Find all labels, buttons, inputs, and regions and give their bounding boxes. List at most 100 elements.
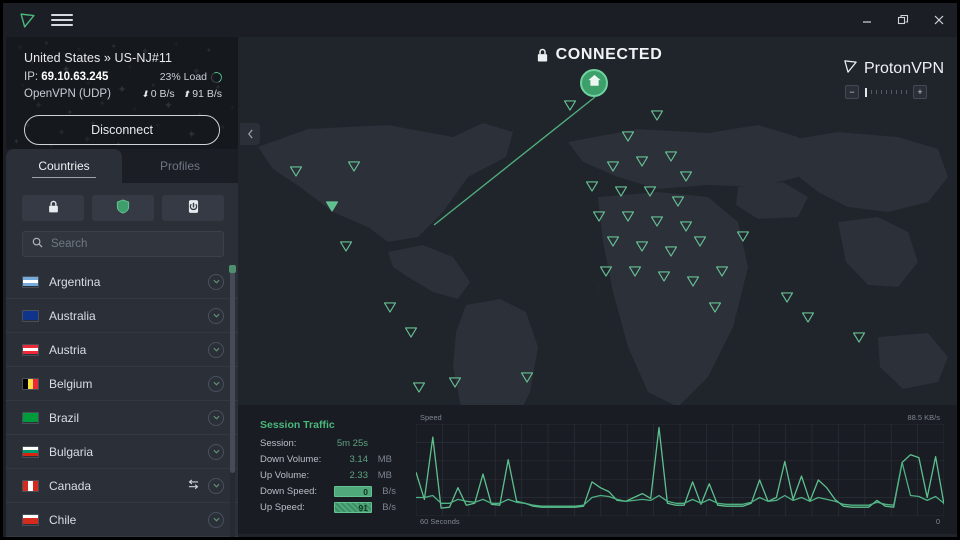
server-marker[interactable]: [412, 380, 425, 398]
server-marker[interactable]: [679, 219, 692, 237]
server-marker[interactable]: [650, 108, 663, 126]
stats-bar: Session Traffic Session: 5m 25s Down Volum…: [238, 405, 957, 534]
maximize-restore-button[interactable]: [885, 3, 921, 37]
chart-plot-area: [416, 424, 944, 516]
country-row[interactable]: Austria: [6, 333, 238, 367]
chevron-down-icon[interactable]: [208, 341, 224, 358]
sidebar-collapse-button[interactable]: [240, 123, 260, 145]
country-rows: Argentina Australia Austria Belgium Brazil Bu…: [6, 265, 238, 537]
server-marker[interactable]: [585, 179, 598, 197]
server-marker[interactable]: [405, 325, 418, 343]
country-row[interactable]: Australia: [6, 299, 238, 333]
server-marker[interactable]: [520, 370, 533, 388]
zoom-out-button[interactable]: −: [844, 85, 859, 99]
search-input[interactable]: [51, 238, 214, 250]
session-traffic-panel: Session Traffic Session: 5m 25s Down Volum…: [260, 419, 408, 516]
minimize-button[interactable]: [849, 3, 885, 37]
chart-title: Speed: [420, 413, 442, 422]
country-name: Canada: [49, 478, 92, 493]
server-marker[interactable]: [665, 244, 678, 262]
upload-speed-value: 91 B/s: [192, 88, 222, 100]
server-marker[interactable]: [448, 375, 461, 393]
server-marker[interactable]: [657, 269, 671, 287]
server-marker[interactable]: [636, 154, 649, 172]
server-marker[interactable]: [672, 194, 685, 212]
server-marker[interactable]: [383, 300, 396, 318]
server-marker[interactable]: [636, 239, 649, 257]
tab-profiles[interactable]: Profiles: [122, 149, 238, 183]
download-speed: ⬇ 0 B/s: [141, 88, 174, 100]
secure-core-button[interactable]: [22, 195, 84, 221]
server-marker[interactable]: [715, 264, 728, 282]
server-marker[interactable]: [621, 129, 634, 147]
server-marker[interactable]: [621, 209, 634, 227]
server-marker-selected[interactable]: [325, 199, 338, 217]
server-marker[interactable]: [643, 184, 656, 202]
tab-countries[interactable]: Countries: [6, 149, 122, 183]
server-marker[interactable]: [665, 149, 678, 167]
ip-value: 69.10.63.245: [41, 71, 109, 83]
session-traffic-value: 2.33: [349, 469, 369, 481]
netshield-button[interactable]: [92, 195, 154, 221]
title-bar: [3, 3, 957, 37]
server-marker[interactable]: [592, 209, 606, 227]
hamburger-menu-icon[interactable]: [51, 10, 73, 30]
speed-chart-panel: Speed 88.5 KB/s 60 Seconds 0: [416, 413, 944, 526]
chevron-down-icon[interactable]: [208, 273, 224, 290]
star-decoration-dot: ✦: [98, 98, 106, 108]
chevron-down-icon[interactable]: [208, 443, 224, 460]
country-row[interactable]: Chile: [6, 503, 238, 537]
search-box[interactable]: [22, 231, 224, 257]
chevron-down-icon[interactable]: [208, 307, 224, 324]
scrollbar-thumb[interactable]: [229, 265, 236, 473]
country-list-scrollbar[interactable]: [229, 265, 236, 537]
country-row[interactable]: Bulgaria: [6, 435, 238, 469]
server-marker[interactable]: [780, 290, 793, 308]
server-marker[interactable]: [607, 234, 620, 252]
chevron-down-icon[interactable]: [208, 511, 224, 528]
server-marker[interactable]: [708, 300, 721, 318]
zoom-in-button[interactable]: +: [912, 85, 927, 99]
kill-switch-button[interactable]: [162, 195, 224, 221]
session-traffic-row: Down Speed: 0 B/s: [260, 484, 408, 498]
country-flag-icon: [22, 479, 39, 492]
scrollbar-indicator: [229, 265, 236, 273]
map-zoom-control[interactable]: − +: [844, 85, 927, 99]
server-marker[interactable]: [600, 264, 613, 282]
server-marker[interactable]: [686, 274, 699, 292]
server-marker[interactable]: [679, 169, 692, 187]
server-marker[interactable]: [614, 184, 627, 202]
session-traffic-value: 3.14: [349, 453, 369, 465]
chart-gridlines: [416, 424, 944, 516]
disconnect-button[interactable]: Disconnect: [24, 115, 220, 145]
session-traffic-row: Up Volume: 2.33 MB: [260, 468, 408, 482]
server-marker[interactable]: [650, 214, 663, 232]
server-marker[interactable]: [289, 164, 302, 182]
country-row[interactable]: Canada: [6, 469, 238, 503]
country-row[interactable]: Belgium: [6, 367, 238, 401]
upload-arrow-icon: ⬆: [182, 88, 191, 99]
chevron-left-icon: [247, 129, 253, 139]
server-marker[interactable]: [802, 310, 815, 328]
server-marker[interactable]: [694, 234, 707, 252]
session-traffic-unit: B/s: [382, 485, 396, 497]
server-marker[interactable]: [340, 239, 353, 257]
country-row[interactable]: Argentina: [6, 265, 238, 299]
chevron-down-icon[interactable]: [208, 375, 224, 392]
panel-body: Argentina Australia Austria Belgium Brazil Bu…: [6, 183, 238, 537]
server-marker[interactable]: [564, 98, 577, 116]
chevron-down-icon[interactable]: [208, 477, 224, 494]
server-marker[interactable]: [737, 229, 750, 247]
country-list[interactable]: Argentina Australia Austria Belgium Brazil Bu…: [6, 265, 238, 537]
session-traffic-value: 5m 25s: [336, 437, 368, 449]
country-row[interactable]: Brazil: [6, 401, 238, 435]
server-marker[interactable]: [347, 159, 360, 177]
server-marker[interactable]: [629, 264, 642, 282]
chevron-down-icon[interactable]: [208, 409, 224, 426]
server-marker[interactable]: [607, 159, 620, 177]
country-flag-icon: [22, 309, 39, 322]
zoom-slider-track[interactable]: [862, 87, 910, 97]
server-marker[interactable]: [852, 330, 865, 348]
home-server-marker[interactable]: [580, 69, 608, 97]
close-button[interactable]: [921, 3, 957, 37]
